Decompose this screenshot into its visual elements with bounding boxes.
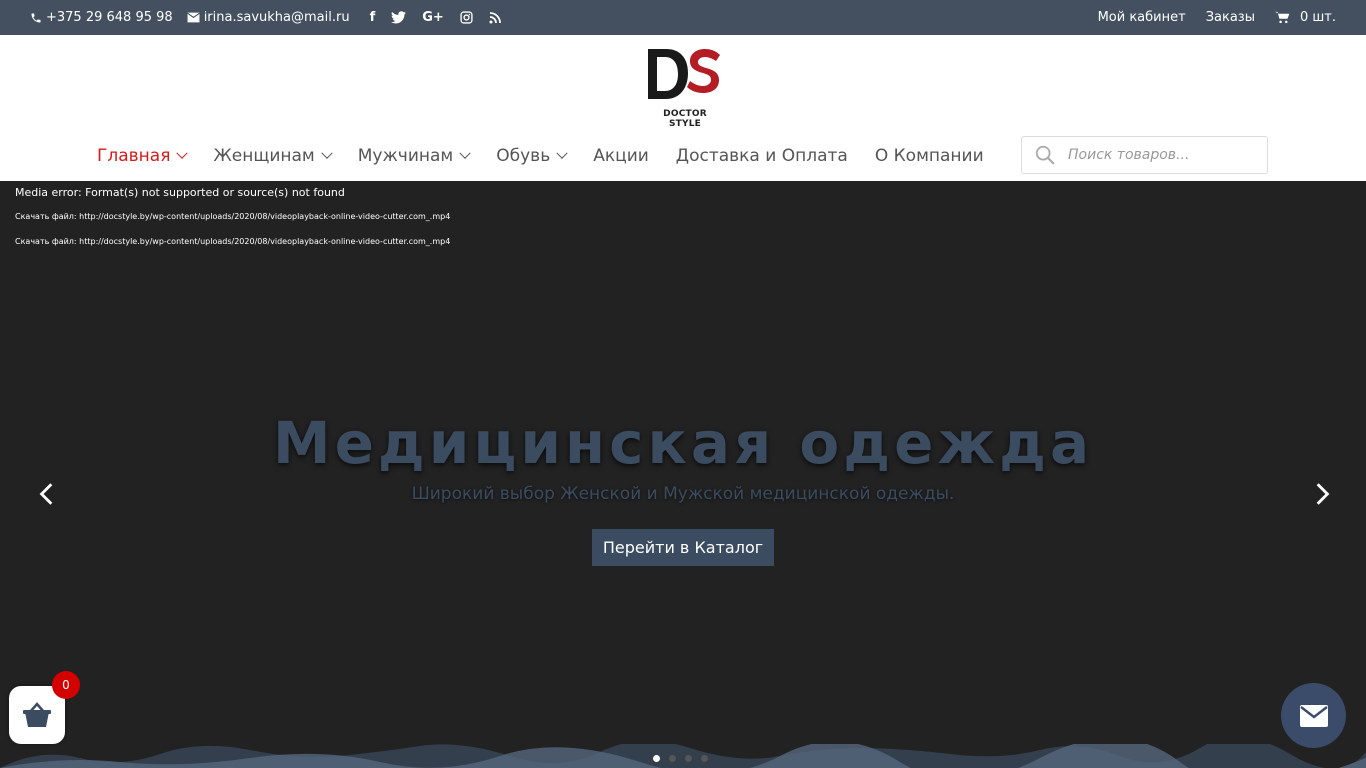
nav-item-label: О Компании — [874, 146, 984, 166]
nav-item-shoes[interactable]: Обувь — [496, 146, 568, 166]
mail-icon — [1299, 704, 1328, 727]
nav-item-label: Акции — [593, 146, 649, 166]
search-icon[interactable] — [1034, 144, 1056, 166]
rss-icon[interactable] — [489, 11, 501, 24]
slide-dot[interactable] — [701, 755, 708, 762]
google-plus-icon[interactable]: G+ — [422, 10, 444, 25]
download-link[interactable]: Скачать файл: http://docstyle.by/wp-cont… — [15, 212, 450, 221]
site-logo[interactable]: DOCTOR STYLE — [646, 47, 726, 129]
nav-item-label: Мужчинам — [357, 146, 454, 166]
media-error-text: Media error: Format(s) not supported or … — [15, 186, 345, 199]
my-account-link[interactable]: Мой кабинет — [1098, 10, 1186, 25]
slide-dot[interactable] — [669, 755, 676, 762]
phone-contact[interactable]: +375 29 648 95 98 — [30, 10, 173, 25]
site-header: DOCTOR STYLE Главная Женщинам Мужчинам О… — [0, 35, 1366, 181]
nav-item-about[interactable]: О Компании — [875, 146, 984, 166]
nav-item-label: Доставка и Оплата — [675, 146, 848, 166]
nav-item-women[interactable]: Женщинам — [213, 146, 333, 166]
hero-subtitle: Широкий выбор Женской и Мужской медицинс… — [411, 484, 955, 504]
hero-slider: Media error: Format(s) not supported or … — [0, 181, 1366, 768]
nav-item-delivery[interactable]: Доставка и Оплата — [676, 146, 848, 166]
chevron-right-icon[interactable] — [1309, 481, 1335, 507]
chevron-left-icon[interactable] — [34, 481, 60, 507]
nav-item-men[interactable]: Мужчинам — [357, 146, 471, 166]
twitter-icon[interactable] — [391, 11, 407, 24]
chevron-down-icon — [321, 147, 333, 159]
basket-icon — [23, 702, 51, 727]
cart-count-badge: 0 — [52, 671, 80, 699]
shopping-cart-icon — [1274, 11, 1290, 24]
top-bar: +375 29 648 95 98 irina.savukha@mail.ru … — [0, 0, 1366, 35]
orders-link[interactable]: Заказы — [1206, 10, 1255, 25]
hero-title: Медицинская одежда — [272, 409, 1094, 477]
phone-icon — [31, 13, 41, 22]
catalog-button[interactable]: Перейти в Каталог — [592, 529, 774, 566]
instagram-icon[interactable] — [460, 11, 473, 24]
message-button[interactable] — [1281, 683, 1346, 748]
logo-caption: DOCTOR STYLE — [663, 109, 707, 129]
cart-link[interactable]: 0 шт. — [1274, 10, 1336, 25]
nav-item-sales[interactable]: Акции — [593, 146, 649, 166]
phone-number: +375 29 648 95 98 — [46, 10, 173, 25]
facebook-icon[interactable]: f — [370, 10, 376, 25]
download-link[interactable]: Скачать файл: http://docstyle.by/wp-cont… — [15, 237, 450, 246]
envelope-icon — [186, 12, 200, 23]
product-search — [1021, 136, 1268, 174]
main-nav: Главная Женщинам Мужчинам Обувь Акции До… — [97, 140, 1011, 172]
nav-item-home[interactable]: Главная — [97, 146, 189, 166]
cart-count: 0 шт. — [1299, 10, 1336, 25]
chevron-down-icon — [176, 147, 189, 159]
ds-logo-mark — [648, 49, 720, 99]
slide-dot[interactable] — [685, 755, 692, 762]
slider-pagination — [653, 755, 708, 762]
chevron-down-icon — [556, 147, 568, 159]
nav-item-label: Женщинам — [213, 146, 315, 166]
nav-item-label: Главная — [97, 146, 171, 166]
slide-dot[interactable] — [653, 755, 660, 762]
nav-item-label: Обувь — [496, 146, 551, 166]
search-input[interactable] — [1066, 146, 1260, 164]
email-address: irina.savukha@mail.ru — [203, 10, 350, 25]
email-contact[interactable]: irina.savukha@mail.ru — [186, 10, 350, 25]
chevron-down-icon — [459, 147, 471, 159]
